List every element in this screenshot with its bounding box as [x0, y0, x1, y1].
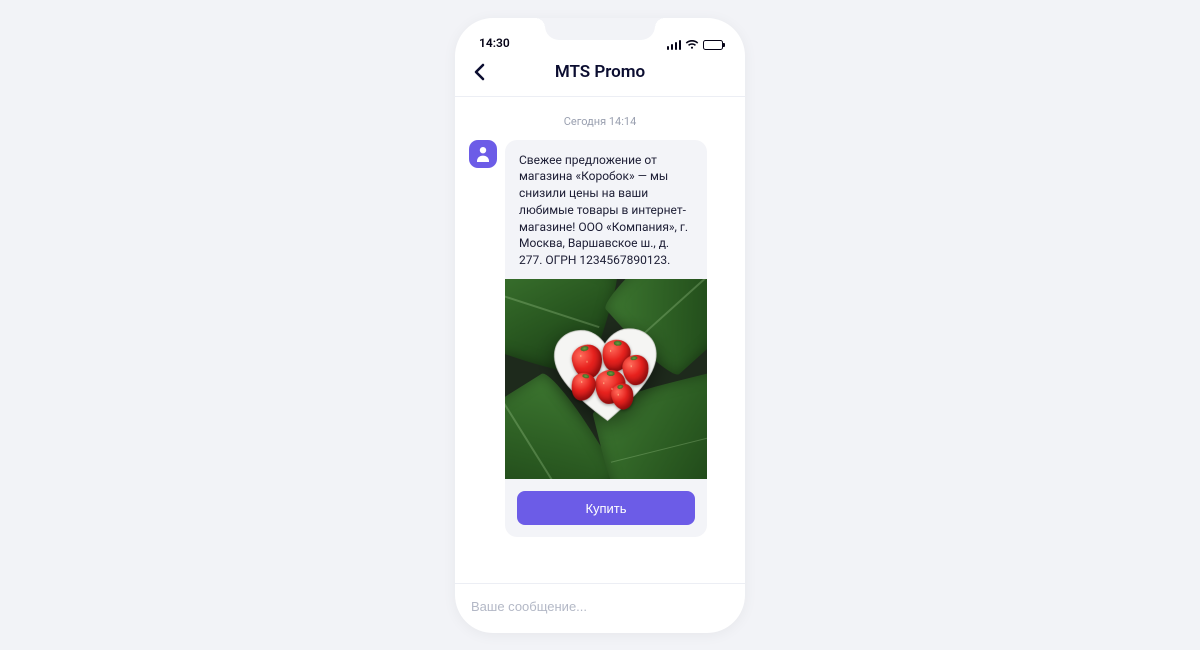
heart-bowl	[549, 324, 662, 426]
day-separator: Сегодня 14:14	[469, 115, 731, 128]
status-time: 14:30	[479, 36, 510, 50]
composer	[455, 583, 745, 633]
message-bubble: Свежее предложение от магазина «Коробок»…	[505, 140, 707, 538]
battery-icon	[703, 40, 723, 50]
status-indicators	[667, 40, 724, 50]
message-image[interactable]	[505, 279, 707, 479]
message-row: Свежее предложение от магазина «Коробок»…	[469, 140, 731, 538]
back-button[interactable]	[469, 62, 489, 82]
sender-avatar[interactable]	[469, 140, 497, 168]
chat-header: MTS Promo	[455, 52, 745, 97]
message-thread[interactable]: Сегодня 14:14 Свежее предложение от мага…	[455, 97, 745, 583]
phone-frame: 14:30 MTS Promo Сегодня 14:14	[455, 18, 745, 633]
message-text: Свежее предложение от магазина «Коробок»…	[505, 140, 707, 280]
message-input[interactable]	[471, 599, 729, 614]
person-icon	[476, 146, 490, 162]
wifi-icon	[685, 40, 699, 50]
chat-title: MTS Promo	[489, 62, 731, 82]
signal-icon	[667, 40, 682, 50]
notch	[545, 18, 655, 40]
chevron-left-icon	[473, 63, 485, 81]
buy-button[interactable]: Купить	[517, 491, 695, 525]
